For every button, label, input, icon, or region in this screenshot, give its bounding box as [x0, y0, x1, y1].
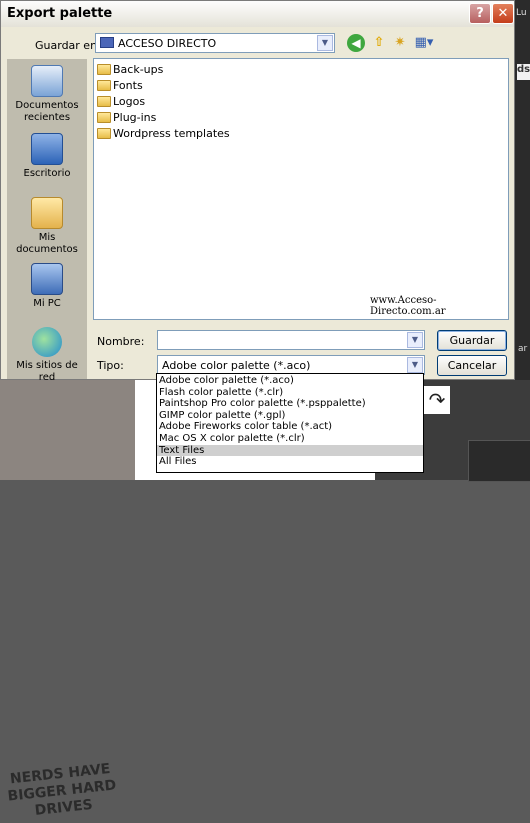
file-type-value: Adobe color palette (*.aco) [162, 359, 311, 372]
chevron-down-icon[interactable]: ▼ [407, 332, 423, 348]
background-small-text: ar [518, 344, 528, 354]
look-in-value: ACCESO DIRECTO [118, 37, 217, 50]
file-list[interactable]: Back-ups Fonts Logos Plug-ins Wordpress … [93, 58, 509, 320]
export-palette-dialog: Export palette ? ✕ Guardar en: ACCESO DI… [0, 0, 515, 383]
file-name: Back-ups [113, 63, 164, 76]
file-type-option[interactable]: Paintshop Pro color palette (*.psppalett… [157, 398, 423, 410]
background-side-text: ds [517, 64, 530, 80]
help-button[interactable]: ? [469, 3, 491, 24]
folder-icon [97, 128, 111, 139]
background-panel [468, 440, 530, 482]
file-type-option[interactable]: Mac OS X color palette (*.clr) [157, 433, 423, 445]
place-my-documents[interactable]: Mis documentos [7, 197, 87, 256]
place-desktop[interactable]: Escritorio [7, 133, 87, 180]
file-type-option[interactable]: Flash color palette (*.clr) [157, 387, 423, 399]
chevron-down-icon[interactable]: ▼ [407, 357, 423, 373]
place-network[interactable]: Mis sitios de red [7, 327, 87, 384]
file-type-option[interactable]: All Files [157, 456, 423, 468]
dialog-title: Export palette [7, 6, 113, 21]
background-tab-text: Lu [516, 8, 527, 18]
up-folder-icon[interactable]: ⇧ [370, 34, 388, 52]
cancel-button[interactable]: Cancelar [437, 355, 507, 376]
folder-icon [97, 96, 111, 107]
file-name: Plug-ins [113, 111, 157, 124]
save-button[interactable]: Guardar [437, 330, 507, 351]
my-documents-icon [31, 197, 63, 229]
place-label: Mis documentos [16, 232, 78, 255]
desktop-icon [31, 133, 63, 165]
file-name: Wordpress templates [113, 127, 230, 140]
file-type-option[interactable]: Adobe Fireworks color table (*.act) [157, 421, 423, 433]
look-in-combo[interactable]: ACCESO DIRECTO ▼ [95, 33, 335, 53]
place-label: Documentos recientes [15, 100, 79, 123]
file-type-option[interactable]: Adobe color palette (*.aco) [157, 375, 423, 387]
chevron-down-icon[interactable]: ▼ [317, 35, 333, 51]
folder-icon [100, 37, 114, 48]
look-in-label: Guardar en: [35, 39, 101, 52]
my-computer-icon [31, 263, 63, 295]
views-menu-icon[interactable]: ▦▾ [413, 34, 435, 52]
title-bar[interactable]: Export palette ? ✕ [1, 1, 514, 27]
folder-icon [97, 80, 111, 91]
background-photo: NERDS HAVE BIGGER HARD DRIVES [0, 380, 135, 819]
back-icon[interactable]: ◀ [347, 34, 365, 52]
file-type-select[interactable]: Adobe color palette (*.aco) ▼ [157, 355, 425, 375]
shirt-slogan: NERDS HAVE BIGGER HARD DRIVES [6, 760, 118, 819]
file-name-input[interactable]: ▼ [157, 330, 425, 350]
watermark: www.Acceso-Directo.com.ar [370, 295, 446, 317]
file-type-dropdown[interactable]: Adobe color palette (*.aco) Flash color … [156, 373, 424, 473]
file-name-label: Nombre: [97, 335, 145, 348]
recent-documents-icon [31, 65, 63, 97]
folder-icon [97, 64, 111, 75]
file-name: Logos [113, 95, 146, 108]
place-recent-documents[interactable]: Documentos recientes [7, 65, 87, 124]
new-folder-icon[interactable]: ✷ [391, 34, 409, 52]
close-button[interactable]: ✕ [492, 3, 514, 24]
place-label: Mis sitios de red [16, 360, 78, 383]
place-label: Mi PC [33, 298, 61, 309]
file-type-option-highlighted[interactable]: Text Files [157, 444, 423, 457]
place-my-computer[interactable]: Mi PC [7, 263, 87, 310]
folder-icon [97, 112, 111, 123]
curved-arrow-icon: ↷ [424, 386, 450, 414]
file-name: Fonts [113, 79, 143, 92]
file-type-label: Tipo: [97, 359, 124, 372]
file-type-option[interactable]: GIMP color palette (*.gpl) [157, 410, 423, 422]
network-places-icon [32, 327, 62, 357]
places-bar: Documentos recientes Escritorio Mis docu… [7, 59, 87, 383]
place-label: Escritorio [23, 168, 71, 179]
